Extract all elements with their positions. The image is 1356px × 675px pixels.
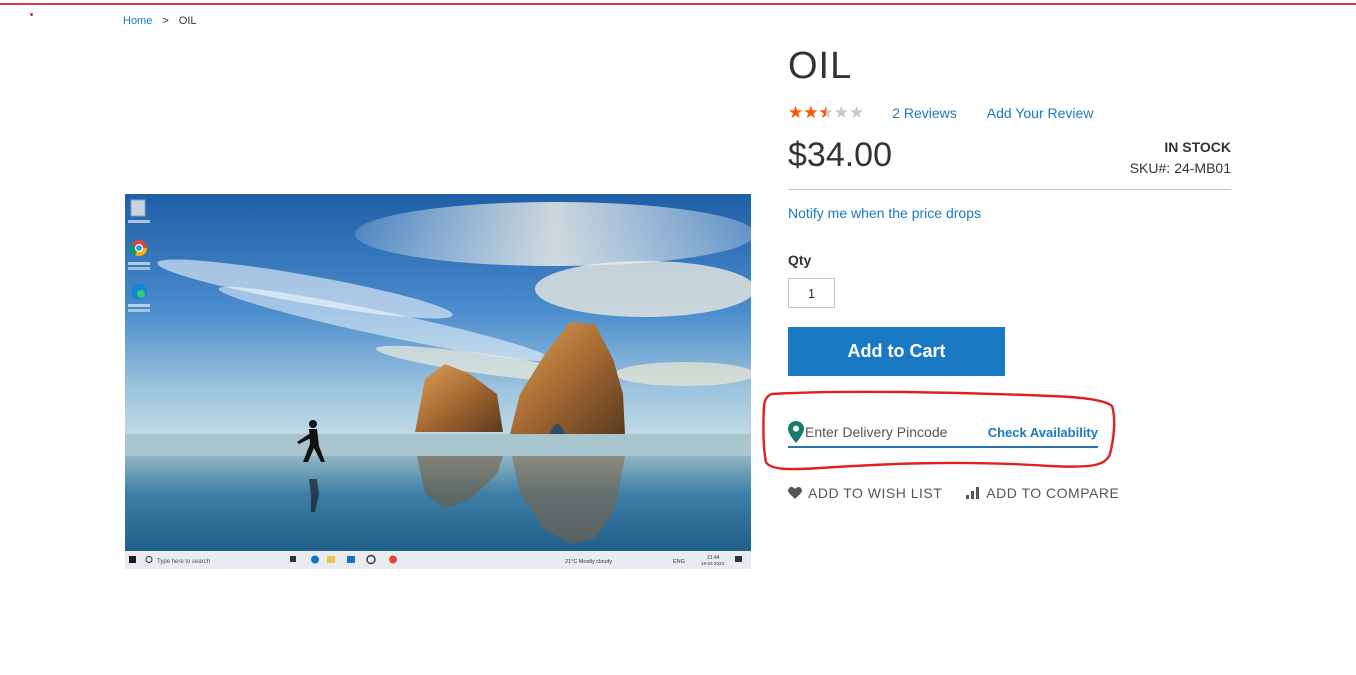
- heart-icon: [788, 487, 802, 499]
- delivery-pincode-field: Check Availability: [788, 418, 1098, 448]
- wishlist-label: ADD TO WISH LIST: [808, 485, 943, 501]
- sku-label: SKU#:: [1129, 160, 1171, 176]
- add-to-compare-button[interactable]: ADD TO COMPARE: [966, 485, 1119, 501]
- breadcrumb-home-link[interactable]: Home: [123, 15, 152, 27]
- page-title: OIL: [788, 45, 853, 87]
- rating-stars: ★★★★★ ★★★★★: [788, 103, 864, 123]
- breadcrumb: Home > OIL: [123, 15, 197, 27]
- taskbar-lang-text: ENG: [673, 559, 685, 565]
- add-to-wishlist-button[interactable]: ADD TO WISH LIST: [788, 485, 942, 501]
- qty-input[interactable]: [788, 278, 835, 308]
- price-alert-link[interactable]: Notify me when the price drops: [788, 205, 981, 221]
- stock-status: IN STOCK: [1164, 139, 1231, 155]
- taskbar-date-text: 19-03-2023: [701, 561, 725, 566]
- product-rating: ★★★★★ ★★★★★ 2 Reviews Add Your Review: [788, 103, 1093, 123]
- map-pin-icon: [788, 421, 804, 443]
- add-review-link[interactable]: Add Your Review: [987, 105, 1094, 121]
- divider: [788, 189, 1231, 190]
- product-sku: SKU#: 24-MB01: [1130, 160, 1231, 176]
- reviews-link[interactable]: 2 Reviews: [892, 105, 957, 121]
- add-to-cart-button[interactable]: Add to Cart: [788, 327, 1005, 376]
- breadcrumb-separator: >: [162, 15, 169, 27]
- sku-value: 24-MB01: [1174, 160, 1231, 176]
- qty-label: Qty: [788, 252, 812, 268]
- breadcrumb-current: OIL: [178, 15, 197, 27]
- top-border: [0, 3, 1356, 5]
- bar-chart-icon: [966, 487, 980, 499]
- pincode-input[interactable]: [805, 424, 985, 440]
- taskbar-weather-text: 21°C Mostly cloudy: [565, 559, 612, 565]
- check-availability-button[interactable]: Check Availability: [988, 425, 1098, 440]
- product-image[interactable]: Type here to search 21°C Mostly cloudy E…: [125, 194, 751, 569]
- product-actions: ADD TO WISH LIST ADD TO COMPARE: [788, 485, 1119, 501]
- product-price: $34.00: [788, 136, 892, 174]
- taskbar-search-text: Type here to search: [157, 559, 210, 565]
- compare-label: ADD TO COMPARE: [986, 485, 1120, 501]
- decorative-dot: [30, 13, 33, 16]
- rating-stars-filled: ★★★★★: [788, 103, 826, 122]
